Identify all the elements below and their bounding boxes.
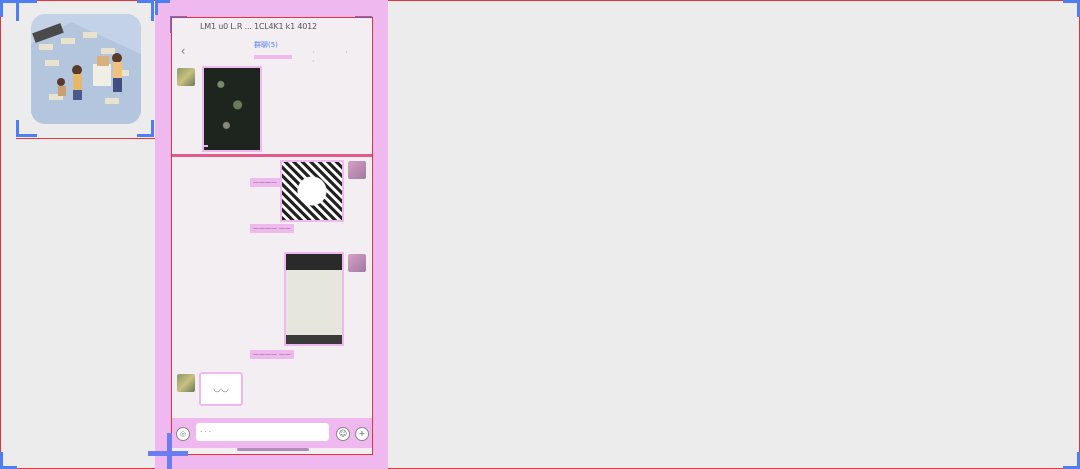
more-menu-button[interactable]: · · · <box>312 48 372 66</box>
avatar[interactable] <box>348 254 366 272</box>
office-illustration-icon <box>31 14 141 124</box>
chat-window: ‹ LM1 u0 L.R ... 1CL4K1 k1 4012 群聊(5) · … <box>171 17 373 455</box>
sticker-message[interactable]: ◡◡ <box>199 372 243 406</box>
image-message[interactable] <box>284 252 344 346</box>
message-label: ———— —— <box>250 350 294 359</box>
thumbnail-corner <box>137 0 154 21</box>
selection-corner <box>155 0 170 15</box>
message-label: ———— <box>250 178 280 187</box>
home-indicator <box>237 448 309 451</box>
message-input[interactable] <box>196 423 329 441</box>
app-thumbnail-image[interactable] <box>31 14 141 124</box>
thumbnail-corner <box>16 120 37 137</box>
message-label: ———— —— <box>250 224 294 233</box>
title-underline <box>254 55 292 59</box>
frame-corner <box>1063 452 1080 469</box>
frame-corner <box>0 452 17 469</box>
thumbnail-corner <box>137 120 154 137</box>
input-bar: ◎ ☺ + <box>172 418 372 448</box>
cursor-crosshair <box>148 451 188 456</box>
avatar[interactable] <box>177 68 195 86</box>
frame-corner <box>1063 0 1080 17</box>
message-label <box>202 145 208 147</box>
plus-icon[interactable]: + <box>355 427 369 441</box>
image-message[interactable] <box>202 66 262 152</box>
avatar[interactable] <box>177 374 195 392</box>
back-button[interactable]: ‹ <box>177 36 189 66</box>
frame-corner <box>0 0 17 17</box>
chat-title: LM1 u0 L.R ... 1CL4K1 k1 4012 <box>200 22 317 31</box>
emoji-icon[interactable]: ☺ <box>336 427 350 441</box>
image-message[interactable] <box>280 160 344 222</box>
voice-icon[interactable]: ◎ <box>176 427 190 441</box>
new-messages-divider <box>172 154 372 157</box>
avatar[interactable] <box>348 161 366 179</box>
chat-subtitle: 群聊(5) <box>254 41 278 49</box>
